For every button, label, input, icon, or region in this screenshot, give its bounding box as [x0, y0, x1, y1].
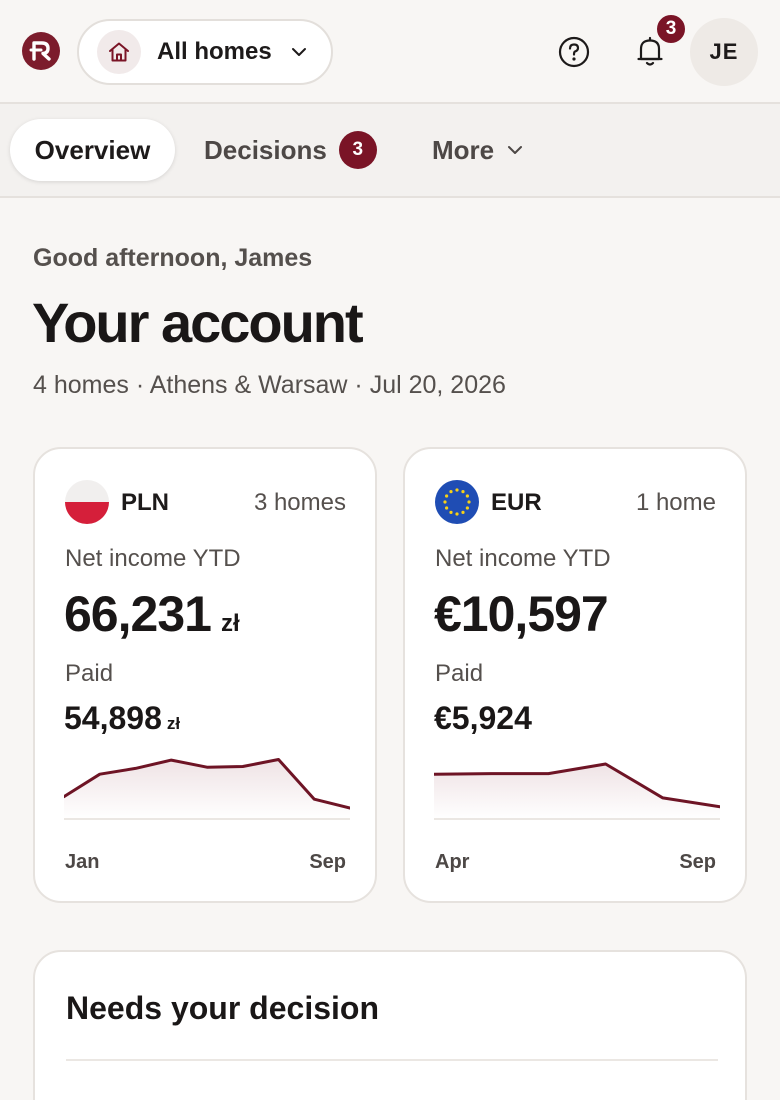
eu-star-icon: [443, 500, 447, 504]
chevron-down-icon: [290, 46, 308, 58]
eu-star-icon: [461, 490, 465, 494]
tab-more-label: More: [432, 134, 495, 165]
page-subtitle: 4 homes · Athens & Warsaw · Jul 20, 2026: [33, 371, 506, 399]
eu-star-icon: [449, 510, 453, 514]
home-selector-label: All homes: [157, 38, 272, 65]
currency-code: PLN: [121, 489, 169, 516]
eu-star-icon: [461, 510, 465, 514]
avatar[interactable]: JE: [690, 18, 758, 86]
sparkline-end-label: Sep: [309, 851, 346, 873]
tab-overview-label: Overview: [34, 134, 151, 165]
tab-decisions-label: Decisions: [204, 134, 327, 165]
net-income-amount: €10,597: [434, 586, 609, 642]
paid-amount: €5,924: [434, 700, 532, 736]
net-income-label: Net income YTD: [435, 545, 611, 572]
paid-label: Paid: [435, 660, 484, 687]
net-income-amount: 66,231: [64, 586, 212, 642]
eu-flag-icon: [435, 480, 479, 524]
paid-unit: zł: [166, 714, 181, 733]
tab-bar: Overview Decisions 3 More: [0, 104, 780, 198]
net-income-label: Net income YTD: [65, 545, 241, 572]
decision-section-title: Needs your decision: [66, 990, 379, 1026]
eu-star-icon: [445, 506, 449, 510]
paid-value: 54,898 zł: [64, 700, 180, 737]
divider: [66, 1059, 718, 1061]
brand-logo[interactable]: [22, 32, 60, 70]
top-bar: All homes 3 JE: [0, 0, 780, 104]
paid-value: €5,924: [434, 700, 532, 737]
eu-star-icon: [467, 500, 471, 504]
home-selector[interactable]: All homes: [77, 19, 333, 85]
eu-star-icon: [445, 494, 449, 498]
net-income-value: 66,231 zł: [64, 585, 240, 643]
sparkline-chart: [64, 758, 350, 820]
eu-star-icon: [455, 488, 459, 492]
decisions-count-badge: 3: [338, 131, 377, 169]
homes-count: 3 homes: [253, 489, 346, 516]
homes-count: 1 home: [635, 489, 716, 516]
currency-card-eur[interactable]: EUR 1 home Net income YTD €10,597 Paid €…: [403, 447, 747, 903]
sparkline-end-label: Sep: [679, 851, 716, 873]
poland-flag-icon: [65, 480, 109, 524]
tab-decisions[interactable]: Decisions 3: [204, 119, 377, 181]
greeting: Good afternoon, James: [33, 244, 313, 272]
eu-star-icon: [465, 506, 469, 510]
eu-star-icon: [465, 494, 469, 498]
sparkline-start-label: Apr: [435, 851, 470, 873]
currency-code: EUR: [491, 489, 542, 516]
eu-star-icon: [449, 490, 453, 494]
decision-card: Needs your decision: [33, 950, 747, 1100]
notifications-badge: 3: [655, 13, 687, 45]
tab-overview[interactable]: Overview: [10, 119, 175, 181]
home-icon: [97, 30, 141, 74]
logo-mark-icon: [29, 41, 51, 61]
paid-label: Paid: [65, 660, 114, 687]
help-icon[interactable]: [558, 36, 590, 68]
eu-star-icon: [455, 512, 459, 516]
net-income-unit: zł: [220, 610, 240, 637]
paid-amount: 54,898: [64, 700, 162, 736]
sparkline-chart: [434, 762, 720, 820]
tab-more[interactable]: More: [432, 119, 524, 181]
page-title: Your account: [32, 291, 364, 354]
chevron-down-icon: [506, 144, 524, 156]
net-income-value: €10,597: [434, 585, 609, 643]
currency-card-pln[interactable]: PLN 3 homes Net income YTD 66,231 zł Paid…: [33, 447, 377, 903]
sparkline-start-label: Jan: [65, 851, 100, 873]
